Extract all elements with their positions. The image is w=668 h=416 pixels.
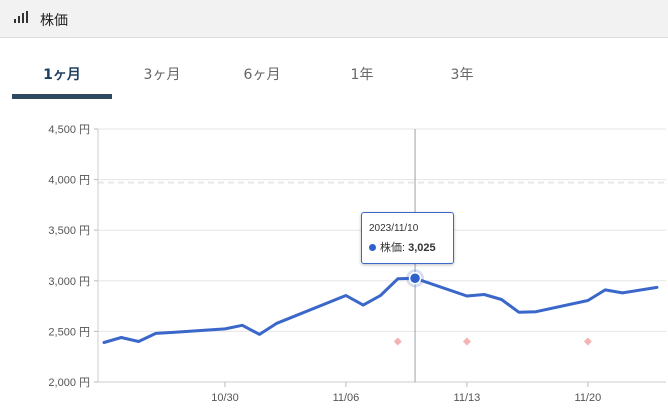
x-tick-label: 11/20 (575, 392, 602, 404)
tooltip-value: 3,025 (408, 242, 436, 254)
event-marker (583, 337, 592, 346)
tooltip-date: 2023/11/10 (369, 223, 419, 234)
y-tick-label: 3,500 円 (48, 225, 90, 237)
tooltip-row: 株価: 3,025 (369, 239, 436, 255)
y-tick-label: 2,500 円 (48, 326, 90, 338)
tooltip-series-label: 株価 (380, 242, 402, 254)
highlight-point (408, 272, 422, 285)
y-tick-label: 4,500 円 (48, 124, 90, 136)
y-tick-label: 3,000 円 (48, 276, 90, 288)
x-tick-label: 11/06 (333, 392, 360, 404)
series-dot-icon (369, 244, 376, 251)
chart-tooltip: 2023/11/10 株価: 3,025 (361, 212, 454, 264)
y-tick-label: 2,000 円 (48, 377, 90, 389)
x-tick-label: 11/13 (454, 392, 481, 404)
x-tick-label: 10/30 (211, 392, 239, 404)
event-marker (462, 337, 471, 346)
y-tick-label: 4,000 円 (48, 175, 90, 187)
price-series-line (102, 276, 659, 344)
stock-price-chart: 2,000 円 2,500 円 3,000 円 3,500 円 4,000 円 4,500… (48, 124, 666, 404)
event-marker (393, 337, 402, 346)
